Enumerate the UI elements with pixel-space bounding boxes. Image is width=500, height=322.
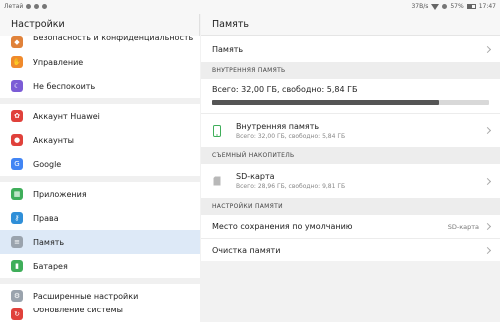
memory-cleanup-row[interactable]: Очистка памяти — [201, 238, 500, 261]
clock: 17:47 — [478, 3, 496, 10]
update-icon: ↻ — [11, 308, 23, 320]
sidebar-item-label: Не беспокоить — [33, 81, 96, 91]
sidebar-item[interactable]: ✿ Аккаунт Huawei — [0, 104, 200, 128]
sidebar-item[interactable]: ☾ Не беспокоить — [0, 74, 200, 98]
sidebar-item[interactable]: ▮ Батарея — [0, 254, 200, 278]
menu-group: ⚙ Расширенные настройки ↻ Обновление систем… — [0, 284, 200, 322]
storage-detail-pane: Память Память ВНУТРЕННЯЯ ПАМЯТЬ Всего: 3… — [201, 14, 500, 312]
sidebar-item-label: Расширенные настройки — [33, 291, 139, 301]
section-header-internal: ВНУТРЕННЯЯ ПАМЯТЬ — [201, 62, 500, 79]
chevron-right-icon — [483, 177, 492, 185]
gear-icon: ⚙ — [11, 290, 23, 302]
storage-totals-text: Всего: 32,00 ГБ, свободно: 5,84 ГБ — [212, 85, 358, 94]
huawei-icon: ✿ — [11, 110, 23, 122]
sidebar-item-label: Аккаунты — [33, 135, 74, 145]
notification-icon — [34, 4, 40, 9]
notification-icon — [42, 4, 48, 9]
sidebar-item[interactable]: ▦ Приложения — [0, 182, 200, 206]
default-location-value: SD-карта — [447, 222, 479, 231]
moon-icon: ☾ — [11, 80, 23, 92]
sidebar-item-label: Обновление системы — [33, 308, 123, 314]
key-icon: ⚷ — [11, 212, 23, 224]
sidebar-item-label: Безопасность и конфиденциальность — [33, 36, 194, 42]
sidebar-item-label: Аккаунт Huawei — [33, 111, 100, 121]
sidebar-item[interactable]: ⚙ Расширенные настройки — [0, 284, 200, 308]
person-icon: ● — [11, 134, 23, 146]
sidebar-item-label: Google — [33, 159, 62, 169]
battery-icon — [466, 4, 476, 9]
storage-summary: Всего: 32,00 ГБ, свободно: 5,84 ГБ — [201, 79, 500, 113]
menu-group: ✿ Аккаунт Huawei ● Аккаунты G Google — [0, 104, 200, 176]
memory-cleanup-label: Очистка памяти — [212, 245, 281, 255]
sidebar-item-label: Управление — [33, 57, 84, 67]
chevron-right-icon — [483, 246, 492, 254]
battery-icon: ▮ — [11, 260, 23, 272]
internal-storage-detail: Всего: 32,00 ГБ, свободно: 5,84 ГБ — [236, 132, 346, 140]
hand-icon: ✋ — [11, 56, 23, 68]
notification-icon — [26, 4, 32, 9]
sidebar-item[interactable]: ↻ Обновление системы — [0, 308, 200, 322]
default-location-row[interactable]: Место сохранения по умолчанию SD-карта — [201, 215, 500, 238]
page-title: Память — [201, 14, 500, 36]
chevron-right-icon — [483, 45, 492, 53]
sidebar-item-label: Права — [33, 213, 59, 223]
phone-storage-icon — [212, 124, 222, 137]
sidebar-title: Настройки — [11, 19, 65, 30]
shield-icon: ◆ — [11, 36, 23, 48]
wifi-icon — [431, 3, 440, 10]
memory-row[interactable]: Память — [201, 36, 500, 62]
storage-usage-fill — [212, 100, 440, 105]
internal-storage-name: Внутренняя память — [236, 121, 320, 131]
google-icon: G — [11, 158, 23, 170]
battery-percent: 57% — [450, 3, 464, 10]
internal-storage-item[interactable]: Внутренняя память Всего: 32,00 ГБ, свобо… — [201, 113, 500, 147]
apps-grid-icon: ▦ — [11, 188, 23, 200]
network-speed: 37B/s — [411, 3, 429, 10]
sidebar-item-label: Приложения — [33, 189, 87, 199]
sd-card-icon — [212, 176, 222, 186]
chevron-right-icon — [483, 222, 492, 231]
status-bar: Летай 37B/s 57% 17:47 — [0, 0, 500, 14]
section-header-removable: СЪЕМНЫЙ НАКОПИТЕЛЬ — [201, 147, 500, 164]
menu-group: ▦ Приложения ⚷ Права ≡ Память ▮ Батарея — [0, 182, 200, 278]
section-header-settings: НАСТРОЙКИ ПАМЯТИ — [201, 198, 500, 215]
sidebar-item[interactable]: ◆ Безопасность и конфиденциальность — [0, 36, 200, 50]
sidebar-item[interactable]: ● Аккаунты — [0, 128, 200, 152]
sidebar-item[interactable]: ⚷ Права — [0, 206, 200, 230]
memory-row-label: Память — [212, 44, 244, 54]
carrier-name: Летай — [4, 3, 24, 10]
sidebar-item[interactable]: ≡ Память — [0, 230, 200, 254]
storage-icon: ≡ — [11, 236, 23, 248]
sidebar-item[interactable]: ✋ Управление — [0, 50, 200, 74]
sd-card-name: SD-карта — [236, 172, 275, 181]
default-location-label: Место сохранения по умолчанию — [212, 222, 353, 231]
alarm-icon — [442, 4, 448, 9]
storage-usage-bar — [212, 100, 489, 105]
sd-card-item[interactable]: SD-карта Всего: 28,96 ГБ, свободно: 9,81… — [201, 164, 500, 198]
sidebar-item-label: Память — [33, 237, 65, 247]
sidebar-item[interactable]: G Google — [0, 152, 200, 176]
sidebar-item-label: Батарея — [33, 261, 68, 271]
settings-menu: ◆ Безопасность и конфиденциальность ✋ Управ… — [0, 36, 200, 322]
sd-card-detail: Всего: 28,96 ГБ, свободно: 9,81 ГБ — [236, 183, 346, 190]
menu-group: ◆ Безопасность и конфиденциальность ✋ Управ… — [0, 36, 200, 98]
settings-sidebar: Настройки ◆ Безопасность и конфиденциальн… — [0, 14, 200, 322]
chevron-right-icon — [483, 126, 492, 135]
